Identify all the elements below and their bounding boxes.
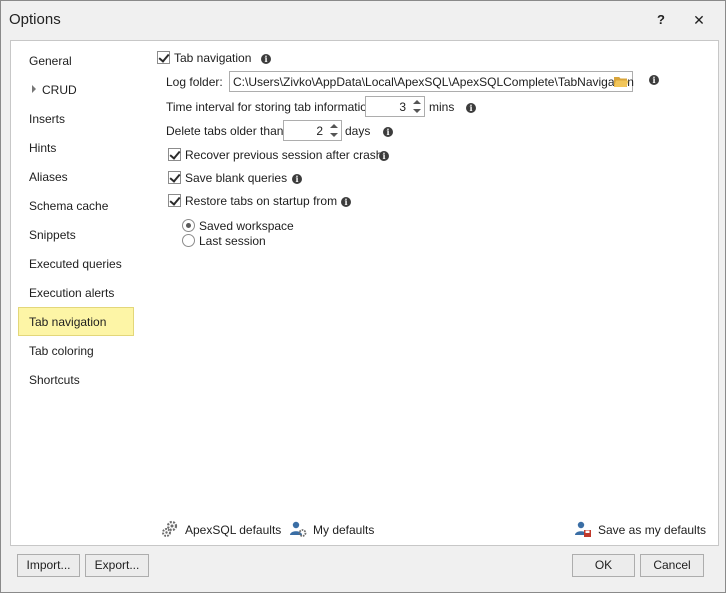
info-icon[interactable]: i (466, 103, 476, 113)
nav-item-label: Snippets (29, 228, 76, 242)
nav-item-label: Execution alerts (29, 286, 115, 300)
info-icon[interactable]: i (383, 127, 393, 137)
nav-item-label: Shortcuts (29, 373, 80, 387)
stepper-arrows[interactable] (410, 97, 424, 116)
info-icon[interactable]: i (341, 197, 351, 207)
ok-button[interactable]: OK (572, 554, 635, 577)
nav-item-shortcuts[interactable]: Shortcuts (18, 365, 134, 394)
nav-item-tab-navigation[interactable]: Tab navigation (18, 307, 134, 336)
nav-item-execution-alerts[interactable]: Execution alerts (18, 278, 134, 307)
recover-session-checkbox[interactable] (168, 148, 181, 161)
close-icon[interactable]: ✕ (687, 9, 711, 31)
options-panel: General CRUD Inserts Hints Aliases Schem… (10, 40, 719, 546)
log-folder-label: Log folder: (166, 75, 223, 89)
user-save-icon (575, 521, 591, 537)
chevron-right-icon[interactable] (32, 85, 36, 93)
save-as-my-defaults-label: Save as my defaults (598, 523, 707, 537)
chevron-down-icon[interactable] (413, 109, 421, 113)
save-as-my-defaults-button[interactable]: Save as my defaults (574, 519, 707, 541)
my-defaults-button[interactable]: My defaults (289, 519, 384, 541)
time-interval-label: Time interval for storing tab informatio… (166, 100, 377, 114)
delete-tabs-unit: days (345, 124, 371, 138)
nav-item-label: Tab navigation (29, 315, 107, 329)
info-icon[interactable]: i (379, 151, 389, 161)
apexsql-defaults-label: ApexSQL defaults (185, 523, 282, 537)
dialog-title: Options (9, 11, 61, 28)
tab-navigation-checkbox[interactable] (157, 51, 170, 64)
recover-session-label: Recover previous session after crash (185, 148, 383, 162)
nav-item-label: Tab coloring (29, 344, 94, 358)
chevron-up-icon[interactable] (413, 100, 421, 104)
nav-item-hints[interactable]: Hints (18, 133, 134, 162)
nav-item-label: Hints (29, 141, 57, 155)
nav-item-aliases[interactable]: Aliases (18, 162, 134, 191)
chevron-up-icon[interactable] (330, 124, 338, 128)
cancel-button[interactable]: Cancel (640, 554, 704, 577)
last-session-radio[interactable] (182, 234, 195, 247)
help-icon[interactable]: ? (649, 9, 673, 31)
options-dialog: Options ? ✕ General CRUD Inserts Hints A… (0, 0, 726, 593)
delete-tabs-label: Delete tabs older than: (166, 124, 287, 138)
nav-item-snippets[interactable]: Snippets (18, 220, 134, 249)
nav-item-crud[interactable]: CRUD (18, 75, 134, 104)
time-interval-unit: mins (429, 100, 455, 114)
nav-item-label: General (29, 54, 72, 68)
nav-item-label: Schema cache (29, 199, 109, 213)
apexsql-defaults-button[interactable]: ApexSQL defaults (161, 519, 281, 541)
last-session-label: Last session (199, 234, 266, 248)
nav-item-general[interactable]: General (18, 46, 134, 75)
delete-tabs-stepper[interactable]: 2 (283, 120, 342, 141)
chevron-down-icon[interactable] (330, 133, 338, 137)
saved-workspace-radio[interactable] (182, 219, 195, 232)
folder-open-icon[interactable] (613, 75, 629, 88)
nav-item-label: Executed queries (29, 257, 122, 271)
restore-tabs-label: Restore tabs on startup from (185, 194, 338, 208)
nav-item-label: Aliases (29, 170, 68, 184)
title-bar: Options ? ✕ (1, 1, 725, 39)
nav-item-label: Inserts (29, 112, 66, 126)
import-button[interactable]: Import... (17, 554, 80, 577)
restore-tabs-checkbox[interactable] (168, 194, 181, 207)
info-icon[interactable]: i (649, 75, 659, 85)
info-icon[interactable]: i (292, 174, 302, 184)
nav-item-executed-queries[interactable]: Executed queries (18, 249, 134, 278)
user-gear-icon (290, 521, 307, 537)
time-interval-stepper[interactable]: 3 (365, 96, 425, 117)
gears-icon (162, 520, 178, 537)
log-folder-value: C:\Users\Zivko\AppData\Local\ApexSQL\Ape… (233, 75, 634, 89)
save-blank-queries-checkbox[interactable] (168, 171, 181, 184)
nav-item-label: CRUD (42, 83, 77, 97)
nav-item-inserts[interactable]: Inserts (18, 104, 134, 133)
log-folder-input[interactable]: C:\Users\Zivko\AppData\Local\ApexSQL\Ape… (229, 71, 634, 92)
saved-workspace-label: Saved workspace (199, 219, 294, 233)
tab-navigation-label: Tab navigation (174, 51, 252, 65)
export-button[interactable]: Export... (85, 554, 149, 577)
time-interval-value: 3 (399, 100, 406, 114)
delete-tabs-value: 2 (316, 124, 323, 138)
nav-item-tab-coloring[interactable]: Tab coloring (18, 336, 134, 365)
save-blank-queries-label: Save blank queries (185, 171, 288, 185)
my-defaults-label: My defaults (313, 523, 375, 537)
nav-item-schema-cache[interactable]: Schema cache (18, 191, 134, 220)
stepper-arrows[interactable] (327, 121, 341, 140)
info-icon[interactable]: i (261, 54, 271, 64)
